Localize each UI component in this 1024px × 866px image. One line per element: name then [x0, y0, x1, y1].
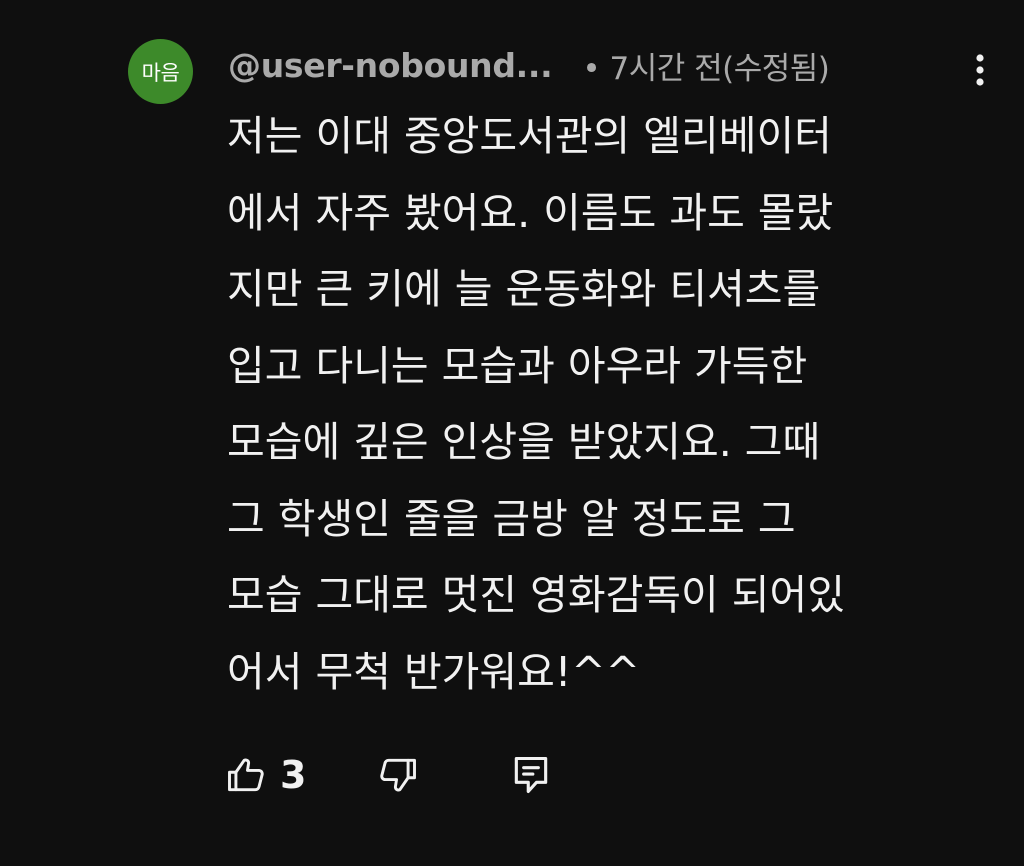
avatar[interactable]: 마음 [128, 39, 193, 104]
comment-timestamp[interactable]: • 7시간 전(수정됨) [582, 43, 830, 88]
more-vert-icon [976, 54, 984, 86]
comment-text: 저는 이대 중앙도서관의 엘리베이터 에서 자주 봤어요. 이름도 과도 몰랐 … [227, 112, 845, 696]
comment-username[interactable]: @user-nobound... [228, 46, 553, 85]
like-button[interactable]: 3 [224, 745, 306, 805]
comment-header: @user-nobound... • 7시간 전(수정됨) [228, 40, 830, 90]
thumb-down-icon [380, 758, 416, 792]
more-options-button[interactable] [962, 50, 998, 90]
reply-comment-icon [514, 756, 548, 794]
thumb-up-icon [228, 758, 264, 792]
reply-button[interactable] [512, 745, 550, 805]
like-count: 3 [280, 753, 307, 797]
avatar-text: 마음 [141, 60, 180, 85]
dislike-button[interactable] [376, 745, 420, 805]
comment-actions: 3 [224, 745, 584, 805]
